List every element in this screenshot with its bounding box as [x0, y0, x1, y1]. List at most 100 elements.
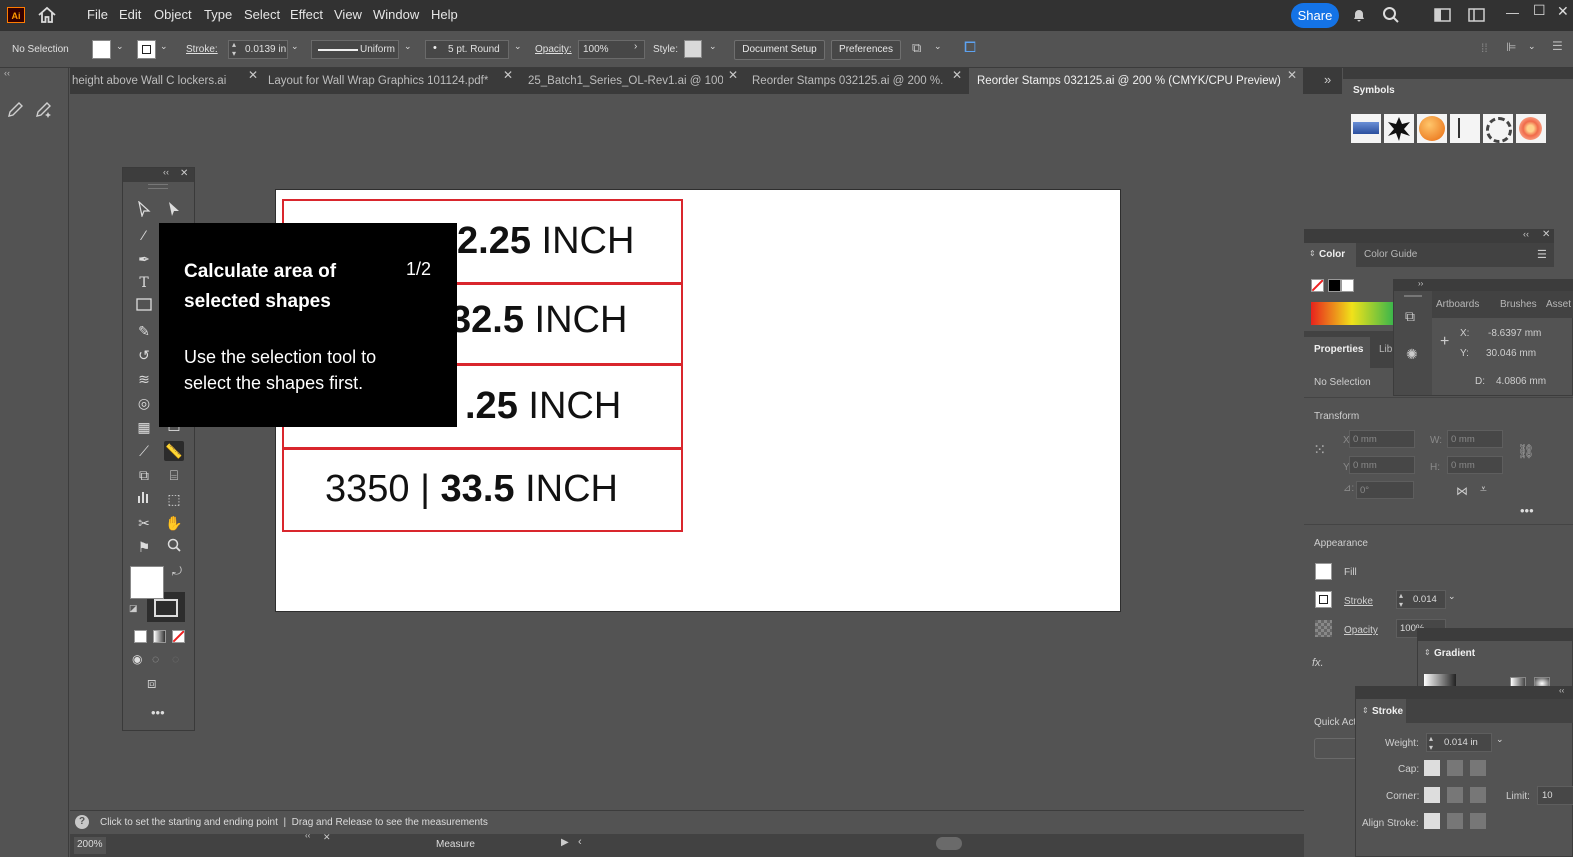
panel-menu-icon[interactable]: ☰ [1537, 248, 1547, 261]
variable-width-profile[interactable]: Uniform [311, 40, 399, 59]
scroll-left-icon[interactable]: ‹ [578, 836, 582, 848]
symbol-thumb[interactable] [1450, 114, 1480, 143]
stroke-swatch[interactable] [137, 40, 156, 59]
constrain-proportions-icon[interactable]: ⛓ [1517, 443, 1535, 460]
preferences-button[interactable]: Preferences [831, 40, 901, 60]
tab-document[interactable]: 25_Batch1_Series_OL-Rev1.ai @ 100... [528, 68, 723, 94]
bevel-join-icon[interactable] [1470, 787, 1486, 803]
screen-mode-icon[interactable]: ⧈ [147, 675, 157, 692]
stroke-weight-input[interactable]: 0.0139 in [228, 40, 288, 59]
symbol-thumb[interactable] [1417, 114, 1447, 143]
close-icon[interactable]: ✕ [1542, 229, 1550, 240]
collapse-icon[interactable]: ‹‹ [305, 831, 310, 840]
tab-asset[interactable]: Asset [1546, 299, 1571, 310]
stamp-row[interactable]: 3350 | 33.5 INCH [282, 448, 683, 532]
share-button[interactable]: Share [1291, 3, 1339, 28]
help-icon[interactable]: ? [75, 815, 89, 829]
stroke-swatch[interactable] [1315, 591, 1332, 608]
weight-input[interactable]: 0.014 in [1426, 733, 1492, 752]
direct-selection-tool-icon[interactable] [164, 201, 184, 221]
draw-normal-icon[interactable]: ◉ [132, 652, 142, 666]
home-icon[interactable] [37, 6, 57, 24]
maximize-icon[interactable]: ☐ [1533, 2, 1546, 19]
chevron-down-icon[interactable]: ⌄ [1496, 734, 1504, 745]
collapse-icon[interactable]: ‹‹ [1559, 686, 1564, 695]
menu-effect[interactable]: Effect [290, 7, 323, 22]
limit-input[interactable]: 10 [1537, 786, 1573, 805]
none-mode-icon[interactable] [172, 630, 185, 643]
collapse-icon[interactable]: ‹‹ [1523, 229, 1529, 239]
symbol-sprayer-icon[interactable]: ⌸ [164, 465, 184, 485]
tabs-overflow-icon[interactable]: » [1324, 72, 1331, 87]
draw-behind-icon[interactable]: ◌ [152, 652, 159, 666]
measure-tool-icon[interactable]: 📏 [164, 441, 184, 461]
type-tool-icon[interactable]: T [134, 273, 154, 293]
chevron-down-icon[interactable]: ⌄ [934, 41, 942, 52]
magic-wand-icon[interactable]: ⁄ [134, 225, 154, 245]
arrange-documents-icon[interactable] [1468, 8, 1485, 22]
close-icon[interactable]: ✕ [952, 68, 962, 82]
bell-icon[interactable] [1351, 7, 1367, 23]
selection-tool-icon[interactable] [134, 200, 154, 221]
graph-tool-icon[interactable] [134, 489, 154, 509]
y-input[interactable]: 0 mm [1349, 456, 1415, 474]
arrange-icon[interactable]: ⧉ [912, 40, 921, 56]
blend-tool-icon[interactable]: ⧉ [134, 465, 154, 485]
shape-builder-icon[interactable]: ◎ [134, 393, 154, 413]
black-swatch[interactable] [1328, 279, 1341, 292]
menu-object[interactable]: Object [154, 7, 192, 22]
stepper-icon[interactable]: ▴ ▾ [1429, 734, 1433, 752]
pathfinder-icon[interactable]: ⧠ [964, 39, 976, 56]
align-inside-icon[interactable] [1447, 813, 1463, 829]
style-swatch[interactable] [684, 40, 702, 58]
tab-libraries[interactable]: Lib [1379, 344, 1392, 355]
tab-properties[interactable]: Properties [1304, 337, 1370, 368]
close-icon[interactable]: ✕ [1557, 3, 1569, 20]
panel-menu-icon[interactable]: ☰ [1552, 39, 1563, 53]
slice-tool-icon[interactable]: ✂ [134, 513, 154, 533]
fx-icon[interactable]: fx. [1312, 657, 1324, 669]
close-icon[interactable]: ✕ [323, 832, 331, 843]
projecting-cap-icon[interactable] [1470, 760, 1486, 776]
fill-swatch[interactable] [1315, 563, 1332, 580]
round-cap-icon[interactable] [1447, 760, 1463, 776]
chevron-down-icon[interactable]: ⌄ [1528, 41, 1536, 52]
fill-swatch[interactable] [92, 40, 111, 59]
butt-cap-icon[interactable] [1424, 760, 1440, 776]
color-mode-icon[interactable] [134, 630, 147, 643]
opacity-label[interactable]: Opacity [1344, 625, 1378, 636]
tab-color[interactable]: ⇕ Color [1304, 243, 1356, 267]
menu-type[interactable]: Type [204, 7, 232, 22]
zoom-field[interactable]: 200% [74, 837, 106, 854]
artboard-tool-icon[interactable]: ⬚ [164, 489, 184, 509]
fill-color-swatch[interactable] [130, 566, 164, 599]
stroke-label[interactable]: Stroke: [186, 44, 218, 55]
opacity-label[interactable]: Opacity: [535, 44, 572, 55]
align-outside-icon[interactable] [1470, 813, 1486, 829]
rotate-tool-icon[interactable]: ↺ [134, 345, 154, 365]
menu-file[interactable]: File [87, 7, 108, 22]
quick-action-button[interactable] [1314, 738, 1358, 759]
collapse-icon[interactable]: ‹‹ [4, 68, 10, 78]
paintbrush-icon[interactable]: ✎ [134, 321, 154, 341]
pen-tool-icon[interactable]: ✒ [134, 249, 154, 269]
h-input[interactable]: 0 mm [1447, 456, 1503, 474]
zoom-tool-icon[interactable] [164, 537, 184, 557]
minimize-icon[interactable]: — [1506, 5, 1519, 20]
distribute-icon[interactable]: ⊫ [1506, 40, 1516, 54]
tab-color-guide[interactable]: Color Guide [1364, 249, 1417, 260]
tab-symbols[interactable]: Symbols [1345, 79, 1399, 103]
tab-document-active[interactable]: Reorder Stamps 032125.ai @ 200 % (CMYK/C… [969, 68, 1303, 94]
chevron-down-icon[interactable]: ⌄ [116, 41, 124, 52]
tab-document[interactable]: Layout for Wall Wrap Graphics 101124.pdf… [268, 68, 498, 94]
flip-horizontal-icon[interactable]: ⋈ [1456, 484, 1468, 498]
w-input[interactable]: 0 mm [1447, 430, 1503, 448]
stroke-weight-input[interactable]: 0.014 [1396, 590, 1446, 609]
drag-handle[interactable] [1404, 295, 1422, 297]
default-colors-icon[interactable]: ◪ [129, 603, 138, 614]
stepper-icon[interactable]: ▴ ▾ [232, 40, 236, 58]
round-join-icon[interactable] [1447, 787, 1463, 803]
menu-help[interactable]: Help [431, 7, 458, 22]
tab-document[interactable]: Reorder Stamps 032125.ai @ 200 %... [752, 68, 944, 94]
close-icon[interactable]: ✕ [180, 168, 188, 179]
